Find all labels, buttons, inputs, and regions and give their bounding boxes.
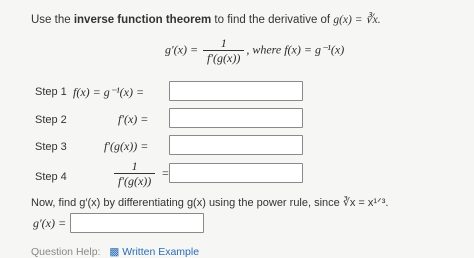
- final-answer-input[interactable]: [70, 213, 204, 233]
- theorem-numerator: 1: [220, 36, 227, 50]
- written-example-link[interactable]: ▩ Written Example: [109, 246, 199, 258]
- step-2-expr: f′(x) =: [118, 112, 149, 126]
- help-label: Question Help:: [31, 246, 101, 258]
- step-4-denominator: f′(g(x)): [114, 173, 156, 188]
- step-2-answer-input[interactable]: [169, 108, 303, 128]
- theorem-lhs: g′(x) =: [165, 42, 199, 57]
- step-4-expr: 1 f′(g(x)) =: [112, 159, 169, 188]
- prompt-text-after: to find the derivative of: [211, 14, 334, 26]
- prompt-function: g(x) = ∛x.: [333, 14, 381, 26]
- theorem-where: , where f(x) = g⁻¹(x): [246, 42, 345, 57]
- step-4-label: Step 4: [35, 171, 67, 183]
- question-help: Question Help: ▩ Written Example: [31, 246, 199, 258]
- theorem-fraction: 1 f′(g(x)): [203, 36, 245, 65]
- step-4-answer-input[interactable]: [169, 163, 303, 183]
- written-example-label: Written Example: [122, 246, 200, 258]
- step-1-answer-input[interactable]: [169, 81, 303, 101]
- step-2-label: Step 2: [35, 114, 67, 126]
- final-instruction: Now, find g′(x) by differentiating g(x) …: [31, 197, 389, 209]
- theorem-formula: g′(x) = 1 f′(g(x)) , where f(x) = g⁻¹(x): [165, 36, 344, 65]
- prompt-bold-term: inverse function theorem: [73, 14, 212, 26]
- prompt-text-before: Use the: [31, 14, 74, 26]
- final-label: g′(x) =: [33, 216, 67, 230]
- theorem-denominator: f′(g(x)): [203, 50, 245, 65]
- step-1-expr: f(x) = g⁻¹(x) =: [73, 85, 145, 99]
- step-1-label: Step 1: [35, 86, 67, 98]
- step-3-label: Step 3: [35, 141, 67, 153]
- step-3-expr: f′(g(x)) =: [104, 139, 149, 153]
- step-4-fraction: 1 f′(g(x)): [114, 159, 156, 188]
- problem-prompt: Use the inverse function theorem to find…: [31, 12, 381, 26]
- step-3-answer-input[interactable]: [169, 135, 303, 155]
- document-icon: ▩: [109, 246, 120, 258]
- step-4-numerator: 1: [131, 159, 138, 173]
